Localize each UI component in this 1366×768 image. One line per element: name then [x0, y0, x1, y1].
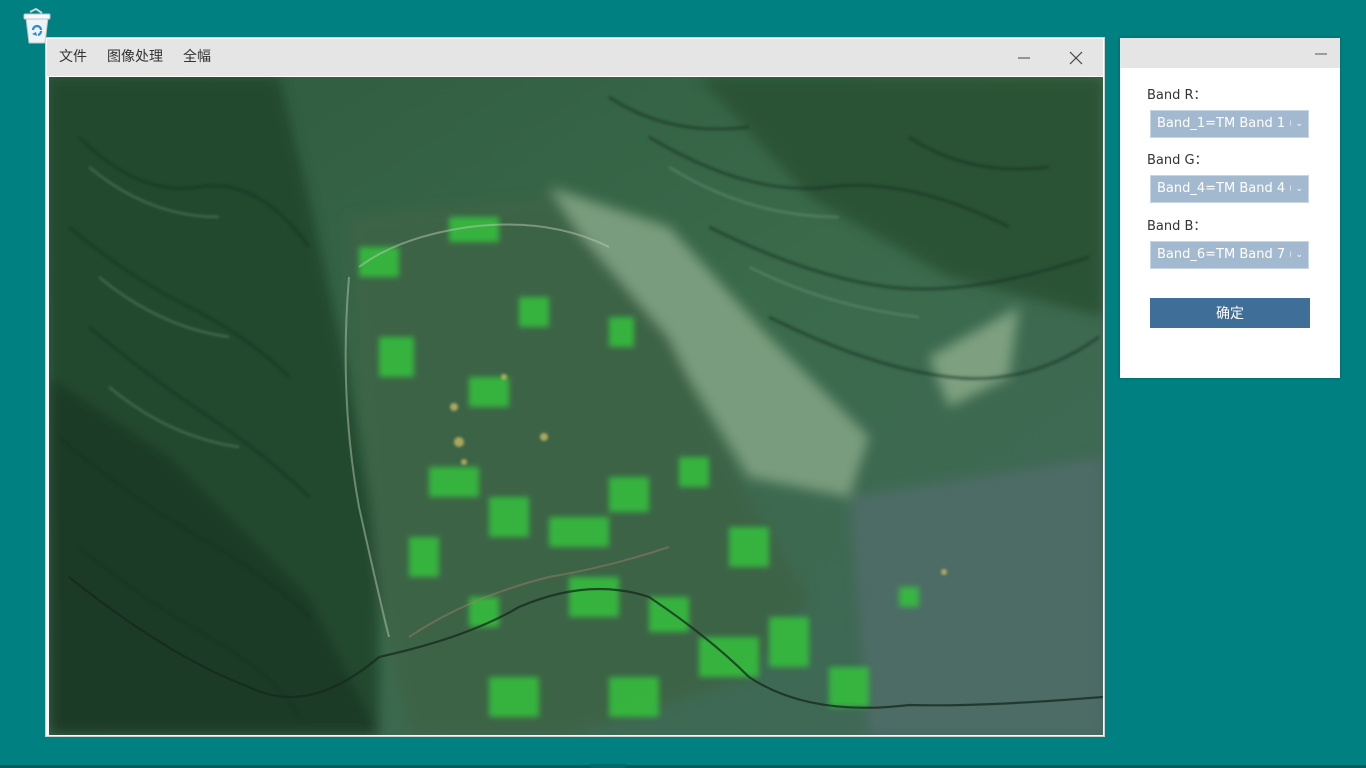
taskbar-indicator [590, 764, 626, 768]
panel-minimize-button[interactable] [1314, 46, 1328, 60]
chevron-down-icon: ⌄ [1295, 119, 1303, 129]
confirm-button[interactable]: 确定 [1150, 298, 1310, 328]
band-b-value: Band_6=TM Band 7 ( [1157, 247, 1291, 262]
band-b-label: Band B： [1147, 219, 1207, 234]
title-bar: 文件 图像处理 全幅 [47, 39, 1103, 76]
band-g-select[interactable]: Band_4=TM Band 4 ( ⌄ [1150, 175, 1309, 203]
close-icon [1069, 51, 1083, 64]
band-g-label: Band G： [1147, 153, 1208, 168]
minimize-icon [1315, 53, 1327, 55]
chevron-down-icon: ⌄ [1295, 250, 1303, 260]
satellite-image-canvas[interactable] [49, 77, 1103, 735]
band-r-label: Band R： [1147, 88, 1207, 103]
band-r-select[interactable]: Band_1=TM Band 1 ( ⌄ [1150, 110, 1309, 138]
chevron-down-icon: ⌄ [1295, 184, 1303, 194]
minimize-button[interactable] [999, 39, 1049, 76]
close-button[interactable] [1051, 39, 1101, 76]
band-b-select[interactable]: Band_6=TM Band 7 ( ⌄ [1150, 241, 1309, 269]
menu-image-processing[interactable]: 图像处理 [97, 39, 173, 76]
satellite-image [49, 77, 1103, 735]
menu-file[interactable]: 文件 [47, 39, 97, 76]
image-viewer-window: 文件 图像处理 全幅 [45, 37, 1105, 737]
band-selection-panel: Band R： Band_1=TM Band 1 ( ⌄ Band G： Ban… [1120, 38, 1340, 378]
band-r-value: Band_1=TM Band 1 ( [1157, 116, 1291, 131]
minimize-icon [1018, 57, 1030, 58]
panel-title-bar [1120, 38, 1340, 68]
band-g-value: Band_4=TM Band 4 ( [1157, 181, 1291, 196]
menu-full-extent[interactable]: 全幅 [173, 39, 221, 76]
